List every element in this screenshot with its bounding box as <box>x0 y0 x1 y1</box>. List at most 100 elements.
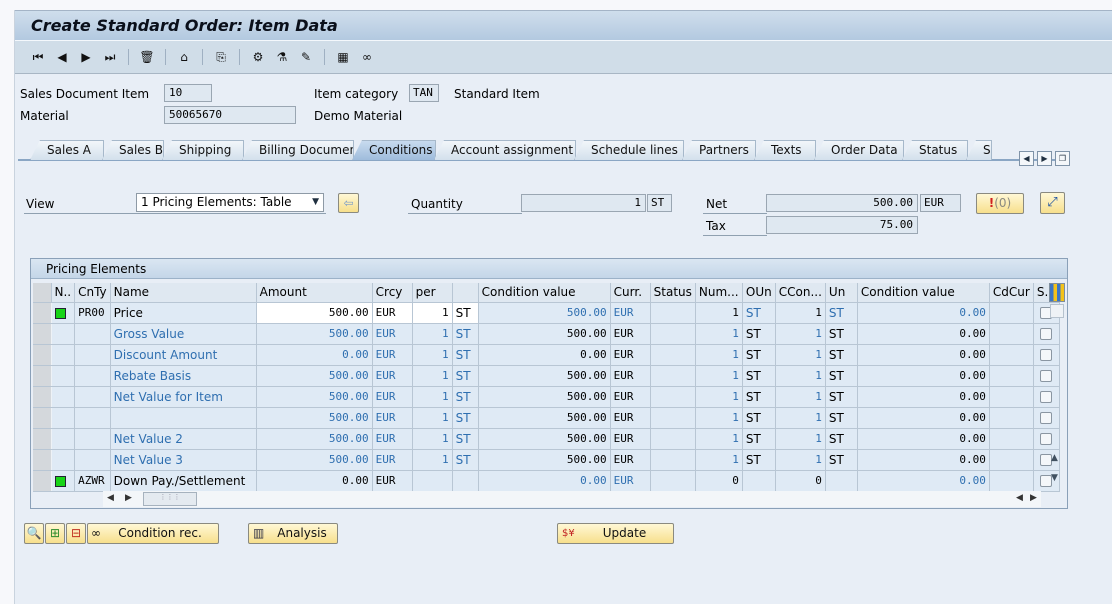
tab-schedule-lines[interactable]: Schedule lines <box>574 140 684 160</box>
messages-button[interactable]: !(0) <box>976 193 1024 214</box>
scroll-left-icon[interactable]: ◀ <box>107 493 114 503</box>
delete-row-button[interactable]: ⊟ <box>66 523 86 544</box>
table-horizontal-scrollbar[interactable]: ◀ ▶ ⋮⋮⋮ ◀ ▶ <box>103 491 1041 507</box>
column-header[interactable]: Curr. <box>610 283 651 303</box>
statistical-checkbox[interactable] <box>1040 433 1053 445</box>
net-value-field[interactable]: 500.00 <box>766 194 918 212</box>
scroll-left-icon-right[interactable]: ◀ <box>1016 493 1023 503</box>
switch-view-button[interactable]: ⇦ <box>338 193 359 213</box>
column-header[interactable]: CnTy <box>74 283 111 303</box>
per-cell[interactable]: 1 <box>412 323 453 345</box>
amount-cell[interactable]: 500.00 <box>256 428 373 450</box>
amount-cell[interactable]: 0.00 <box>256 344 373 366</box>
tab-sales-a[interactable]: Sales A <box>30 140 104 160</box>
tab-scroll-left-button[interactable]: ◀ <box>1019 151 1034 166</box>
item-category-field[interactable]: TAN <box>409 84 439 102</box>
tab-partners[interactable]: Partners <box>682 140 756 160</box>
next-page-button[interactable]: ▶ <box>75 46 97 68</box>
tab-conditions[interactable]: Conditions <box>352 140 436 160</box>
statistical-checkbox-cell[interactable] <box>1033 323 1060 345</box>
per-cell[interactable]: 1 <box>412 428 453 450</box>
table-vertical-scrollbar[interactable]: ▲ ▼ <box>1049 283 1065 483</box>
amount-cell[interactable]: 500.00 <box>256 302 373 324</box>
last-page-button[interactable]: ⏭ <box>99 46 121 68</box>
column-header[interactable]: Status <box>650 283 696 303</box>
column-header[interactable]: Num... <box>695 283 743 303</box>
table-row[interactable]: Net Value 2 500.00 EUR 1 ST 500.00 EUR 1 ST 1 ST 0.… <box>33 428 1060 450</box>
row-selector[interactable] <box>33 386 52 408</box>
tab-scroll-right-button[interactable]: ▶ <box>1037 151 1052 166</box>
sales-doc-item-field[interactable]: 10 <box>164 84 212 102</box>
view-dropdown[interactable]: 1 Pricing Elements: Table ▼ <box>136 193 324 212</box>
row-selector[interactable] <box>33 407 52 429</box>
update-pricing-button[interactable]: $¥ Update <box>557 523 674 544</box>
statistical-checkbox-cell[interactable] <box>1033 365 1060 387</box>
tab-texts[interactable]: Texts <box>754 140 816 160</box>
column-header[interactable] <box>452 283 479 303</box>
scroll-up-icon[interactable]: ▲ <box>1051 453 1058 463</box>
per-cell[interactable]: 1 <box>412 344 453 366</box>
table-row[interactable]: Net Value for Item 500.00 EUR 1 ST 500.00 EUR 1… <box>33 386 1060 408</box>
batch-button[interactable]: ⚗ <box>271 46 293 68</box>
table-row[interactable]: PR00 Price 500.00 EUR 1 ST 500.00 EUR 1 ST 1 ST 0.00 <box>33 302 1060 324</box>
calculator-button[interactable]: ▦ <box>332 46 354 68</box>
row-selector[interactable] <box>33 302 52 324</box>
net-currency-field[interactable]: EUR <box>920 194 961 212</box>
statistical-checkbox[interactable] <box>1040 328 1053 340</box>
first-page-button[interactable]: ⏮ <box>27 46 49 68</box>
statistical-checkbox[interactable] <box>1040 370 1053 382</box>
statistical-checkbox-cell[interactable] <box>1033 428 1060 450</box>
condition-record-button[interactable]: ∞ Condition rec. <box>87 523 219 544</box>
statistical-checkbox[interactable] <box>1040 391 1053 403</box>
table-row[interactable]: AZWR Down Pay./Settlement 0.00 EUR 0.00 EUR 0 0… <box>33 470 1060 492</box>
amount-cell[interactable]: 0.00 <box>256 470 373 492</box>
scroll-right-icon[interactable]: ▶ <box>125 493 132 503</box>
tab-list-button[interactable]: ❐ <box>1055 151 1070 166</box>
document-flow-button[interactable]: ⎘ <box>210 46 232 68</box>
column-header[interactable]: per <box>412 283 453 303</box>
column-header[interactable]: Un <box>825 283 858 303</box>
display-button[interactable]: ∞ <box>356 46 378 68</box>
column-header[interactable]: OUn <box>742 283 776 303</box>
configuration-button[interactable]: ⚙ <box>247 46 269 68</box>
statistical-checkbox[interactable] <box>1040 412 1053 424</box>
column-header[interactable]: Crcy <box>372 283 413 303</box>
previous-page-button[interactable]: ◀ <box>51 46 73 68</box>
row-selector[interactable] <box>33 449 52 471</box>
column-header[interactable]: Condition value <box>478 283 611 303</box>
column-layout-icon[interactable] <box>1049 283 1065 302</box>
tab-shipping[interactable]: Shipping <box>162 140 244 160</box>
table-row[interactable]: Net Value 3 500.00 EUR 1 ST 500.00 EUR 1 ST 1 ST 0.… <box>33 449 1060 471</box>
statistical-checkbox-cell[interactable] <box>1033 407 1060 429</box>
analysis-button[interactable]: ▥ Analysis <box>248 523 338 544</box>
statistical-checkbox-cell[interactable] <box>1033 344 1060 366</box>
table-row[interactable]: Discount Amount 0.00 EUR 1 ST 0.00 EUR 1 ST 1 ST 0.… <box>33 344 1060 366</box>
tab-order-data[interactable]: Order Data <box>814 140 904 160</box>
amount-cell[interactable]: 500.00 <box>256 365 373 387</box>
column-header[interactable]: CCon... <box>775 283 826 303</box>
row-selector[interactable] <box>33 428 52 450</box>
per-cell[interactable]: 1 <box>412 407 453 429</box>
tab-billing-document[interactable]: Billing Document <box>242 140 354 160</box>
per-cell[interactable] <box>412 470 453 492</box>
tab-sales-b[interactable]: Sales B <box>102 140 164 160</box>
material-field[interactable]: 50065670 <box>164 106 296 124</box>
scroll-down-icon[interactable]: ▼ <box>1051 473 1058 483</box>
row-selector[interactable] <box>33 323 52 345</box>
column-header[interactable]: N.. <box>51 283 76 303</box>
per-cell[interactable]: 1 <box>412 302 453 324</box>
per-cell[interactable]: 1 <box>412 386 453 408</box>
quantity-field[interactable]: 1 <box>521 194 646 212</box>
table-row[interactable]: 500.00 EUR 1 ST 500.00 EUR 1 ST 1 ST 0.00 <box>33 407 1060 429</box>
row-selector[interactable] <box>33 344 52 366</box>
tab-s[interactable]: S <box>966 140 992 160</box>
column-header[interactable]: Condition value <box>857 283 990 303</box>
tab-account-assignment[interactable]: Account assignment <box>434 140 576 160</box>
header-button[interactable]: ⌂ <box>173 46 195 68</box>
statistical-checkbox[interactable] <box>1040 349 1053 361</box>
table-row[interactable]: Rebate Basis 500.00 EUR 1 ST 500.00 EUR 1 ST 1 ST 0… <box>33 365 1060 387</box>
amount-cell[interactable]: 500.00 <box>256 323 373 345</box>
edit-item-button[interactable]: ✎ <box>295 46 317 68</box>
column-header[interactable]: Name <box>110 283 257 303</box>
tax-value-field[interactable]: 75.00 <box>766 216 918 234</box>
